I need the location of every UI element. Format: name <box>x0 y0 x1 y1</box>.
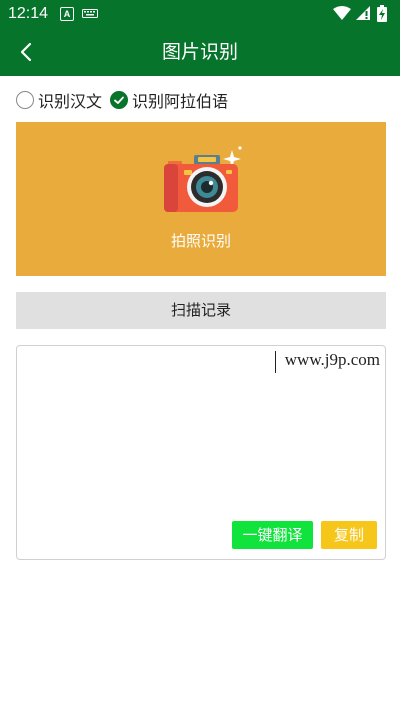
back-button[interactable] <box>6 32 46 72</box>
language-selector: 识别汉文 识别阿拉伯语 <box>16 88 386 112</box>
chevron-left-icon <box>20 42 32 62</box>
translate-button[interactable]: 一键翻译 <box>232 521 313 549</box>
app-bar: 图片识别 <box>0 28 400 76</box>
take-photo-card[interactable]: 拍照识别 <box>16 122 386 276</box>
radio-checked-icon <box>110 91 128 109</box>
radio-option-arabic[interactable]: 识别阿拉伯语 <box>110 88 228 112</box>
copy-button[interactable]: 复制 <box>321 521 377 549</box>
a-icon: A <box>60 7 74 21</box>
text-caret <box>275 351 276 373</box>
battery-icon <box>377 5 387 22</box>
status-time: 12:14 <box>8 5 49 22</box>
wifi-icon <box>333 6 351 20</box>
radio-option-chinese[interactable]: 识别汉文 <box>16 88 102 112</box>
status-bar: 12:14 A <box>0 0 400 28</box>
scan-history-button[interactable]: 扫描记录 <box>16 292 386 329</box>
camera-icon <box>164 146 242 212</box>
radio-unchecked-icon <box>16 91 34 109</box>
radio-label-chinese: 识别汉文 <box>38 92 103 111</box>
status-icons <box>332 4 394 24</box>
keyboard-icon <box>82 9 98 18</box>
signal-icon <box>356 6 370 20</box>
result-text-area[interactable]: www.j9p.com 一键翻译 复制 <box>16 345 386 560</box>
radio-label-arabic: 识别阿拉伯语 <box>132 92 229 111</box>
page-title: 图片识别 <box>161 41 238 63</box>
result-text: www.j9p.com <box>284 350 380 369</box>
take-photo-label: 拍照识别 <box>170 232 231 250</box>
